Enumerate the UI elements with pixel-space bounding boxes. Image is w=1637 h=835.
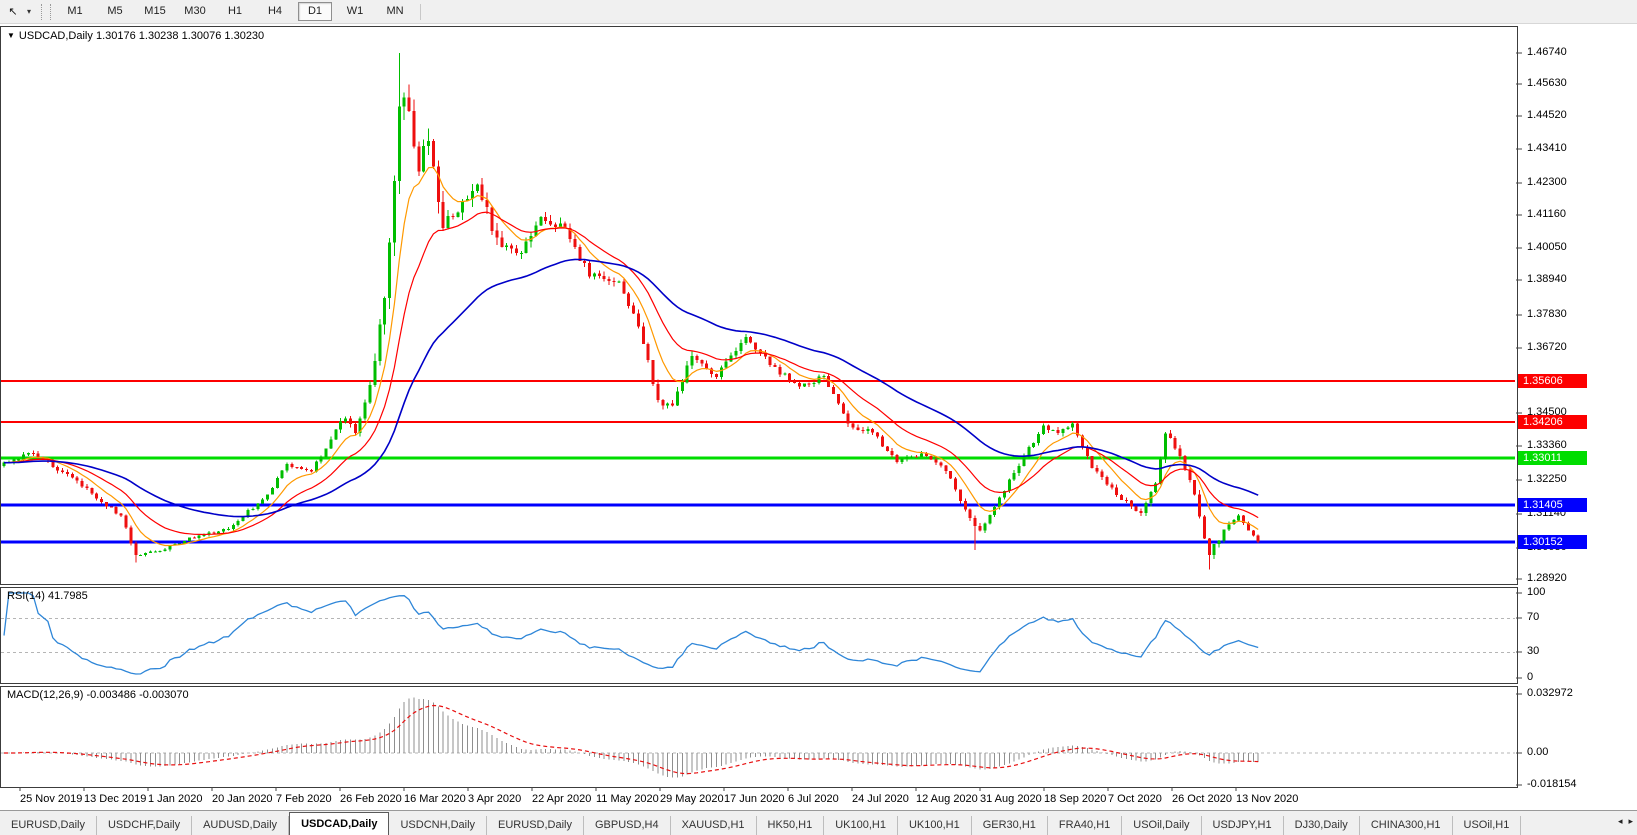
timeframe-button-h4[interactable]: H4	[258, 2, 292, 21]
tab-scroll-controls: ◂ ▸	[1618, 816, 1633, 827]
date-axis-label: 3 Apr 2020	[468, 793, 522, 805]
price-tick-label: 1.32250	[1527, 473, 1567, 485]
date-axis-label: 12 Aug 2020	[916, 793, 978, 805]
date-axis-label: 13 Dec 2019	[84, 793, 147, 805]
symbol-tab-bar: EURUSD,Daily USDCHF,Daily AUDUSD,Daily USDC…	[0, 810, 1637, 835]
price-tick-label: 1.28920	[1527, 572, 1567, 584]
tab-scroll-right-icon[interactable]: ▸	[1628, 816, 1633, 827]
symbol-tab-usoil-daily[interactable]: USOil,Daily	[1122, 816, 1202, 835]
timeframe-toolbar: ↖ ▾ M1 M5 M15 M30 H1 H4 D1 W1 MN	[0, 0, 1637, 24]
date-axis-label: 26 Oct 2020	[1172, 793, 1232, 805]
date-axis-label: 7 Feb 2020	[276, 793, 332, 805]
timeframe-button-h1[interactable]: H1	[218, 2, 252, 21]
chart-title: ▼ USDCAD,Daily 1.30176 1.30238 1.30076 1.…	[7, 30, 264, 42]
rsi-tick-label: 0	[1527, 671, 1534, 683]
symbol-tab-eurusd-daily[interactable]: EURUSD,Daily	[0, 816, 97, 835]
price-tick-label: 1.45630	[1527, 77, 1567, 89]
price-line-label: 1.30152	[1518, 535, 1587, 549]
date-axis-label: 1 Jan 2020	[148, 793, 203, 805]
date-axis-label: 13 Nov 2020	[1236, 793, 1299, 805]
symbol-tab-usoil-h1[interactable]: USOil,H1	[1452, 816, 1522, 835]
timeframe-button-m30[interactable]: M30	[178, 2, 212, 21]
macd-tick-label: 0.00	[1527, 746, 1549, 758]
toolbar-grip-handle[interactable]	[41, 3, 51, 20]
symbol-tab-eurusd-daily[interactable]: EURUSD,Daily	[487, 816, 584, 835]
date-axis-label: 18 Sep 2020	[1044, 793, 1107, 805]
timeframe-button-mn[interactable]: MN	[378, 2, 412, 21]
symbol-tab-usdcnh-daily[interactable]: USDCNH,Daily	[389, 816, 488, 835]
chart-title-ohlc: 1.30176 1.30238 1.30076 1.30230	[95, 30, 265, 42]
price-tick-label: 1.34500	[1527, 406, 1567, 418]
symbol-tab-ger30-h1[interactable]: GER30,H1	[971, 816, 1048, 835]
price-tick-label: 1.37830	[1527, 308, 1567, 320]
price-tick-label: 1.31140	[1527, 507, 1566, 519]
price-tick-label: 1.40050	[1527, 241, 1567, 253]
symbol-tab-hk50-h1[interactable]: HK50,H1	[756, 816, 825, 835]
date-axis-label: 11 May 2020	[596, 793, 659, 805]
rsi-tick-label: 100	[1527, 586, 1546, 598]
price-tick-label: 1.30030	[1527, 541, 1567, 553]
main-chart-panel[interactable]	[0, 26, 1518, 585]
date-axis-label: 24 Jul 2020	[852, 793, 909, 805]
date-axis-label: 16 Mar 2020	[404, 793, 466, 805]
symbol-list-caret-icon[interactable]: ▼	[7, 31, 15, 40]
timeframe-button-d1[interactable]: D1	[298, 2, 332, 21]
date-axis-label: 17 Jun 2020	[724, 793, 785, 805]
chart-title-symbol: USDCAD,Daily	[18, 30, 93, 42]
price-tick-label: 1.42300	[1527, 176, 1567, 188]
cursor-tool-icon[interactable]: ↖	[3, 3, 23, 20]
price-tick-label: 1.46740	[1527, 46, 1567, 58]
timeframe-button-m1[interactable]: M1	[58, 2, 92, 21]
timeframe-button-m15[interactable]: M15	[138, 2, 172, 21]
price-line-label: 1.35606	[1518, 374, 1587, 388]
price-line-label: 1.31405	[1518, 498, 1587, 512]
timeframe-buttons-group: M1 M5 M15 M30 H1 H4 D1 W1 MN	[55, 2, 415, 21]
toolbar-separator	[420, 3, 421, 20]
symbol-tab-china300-h1[interactable]: CHINA300,H1	[1359, 816, 1453, 835]
symbol-tab-dj30-daily[interactable]: DJ30,Daily	[1283, 816, 1360, 835]
chevron-down-icon[interactable]: ▾	[23, 3, 35, 20]
symbol-tab-usdcad-daily[interactable]: USDCAD,Daily	[289, 812, 390, 835]
date-axis-label: 22 Apr 2020	[532, 793, 592, 805]
symbol-tab-uk100-h1[interactable]: UK100,H1	[897, 816, 972, 835]
symbol-tab-gbpusd-h4[interactable]: GBPUSD,H4	[584, 816, 671, 835]
symbol-tab-xauusd-h1[interactable]: XAUUSD,H1	[670, 816, 757, 835]
date-axis-label: 26 Feb 2020	[340, 793, 402, 805]
trading-platform-window: ↖ ▾ M1 M5 M15 M30 H1 H4 D1 W1 MN 1.46740 1.45630 1…	[0, 0, 1637, 835]
date-axis-label: 29 May 2020	[660, 793, 724, 805]
timeframe-button-w1[interactable]: W1	[338, 2, 372, 21]
macd-tick-label: -0.018154	[1527, 778, 1577, 790]
symbol-tab-uk100-h1[interactable]: UK100,H1	[824, 816, 898, 835]
symbol-tab-usdjpy-h1[interactable]: USDJPY,H1	[1201, 816, 1284, 835]
date-axis-label: 6 Jul 2020	[788, 793, 839, 805]
macd-tick-label: 0.032972	[1527, 687, 1573, 699]
price-tick-label: 1.38940	[1527, 273, 1567, 285]
macd-indicator-label: MACD(12,26,9) -0.003486 -0.003070	[7, 689, 189, 701]
price-line-label: 1.33011	[1518, 451, 1587, 465]
rsi-tick-label: 70	[1527, 611, 1540, 623]
tab-scroll-left-icon[interactable]: ◂	[1618, 816, 1623, 827]
date-axis-label: 25 Nov 2019	[20, 793, 83, 805]
price-tick-label: 1.41160	[1527, 208, 1566, 220]
timeframe-button-m5[interactable]: M5	[98, 2, 132, 21]
price-tick-label: 1.44520	[1527, 109, 1567, 121]
rsi-tick-label: 30	[1527, 645, 1540, 657]
price-tick-label: 1.33360	[1527, 439, 1567, 451]
date-axis-label: 20 Jan 2020	[212, 793, 273, 805]
price-tick-label: 1.36720	[1527, 341, 1567, 353]
date-axis-label: 31 Aug 2020	[980, 793, 1042, 805]
symbol-tab-audusd-daily[interactable]: AUDUSD,Daily	[192, 816, 290, 835]
rsi-panel[interactable]	[0, 587, 1518, 684]
macd-panel[interactable]	[0, 686, 1518, 788]
price-tick-label: 1.43410	[1527, 142, 1567, 154]
price-line-label: 1.34206	[1518, 415, 1587, 429]
symbol-tab-fra40-h1[interactable]: FRA40,H1	[1047, 816, 1123, 835]
rsi-indicator-label: RSI(14) 41.7985	[7, 590, 88, 602]
symbol-tab-usdchf-daily[interactable]: USDCHF,Daily	[96, 816, 193, 835]
date-axis-label: 7 Oct 2020	[1108, 793, 1162, 805]
